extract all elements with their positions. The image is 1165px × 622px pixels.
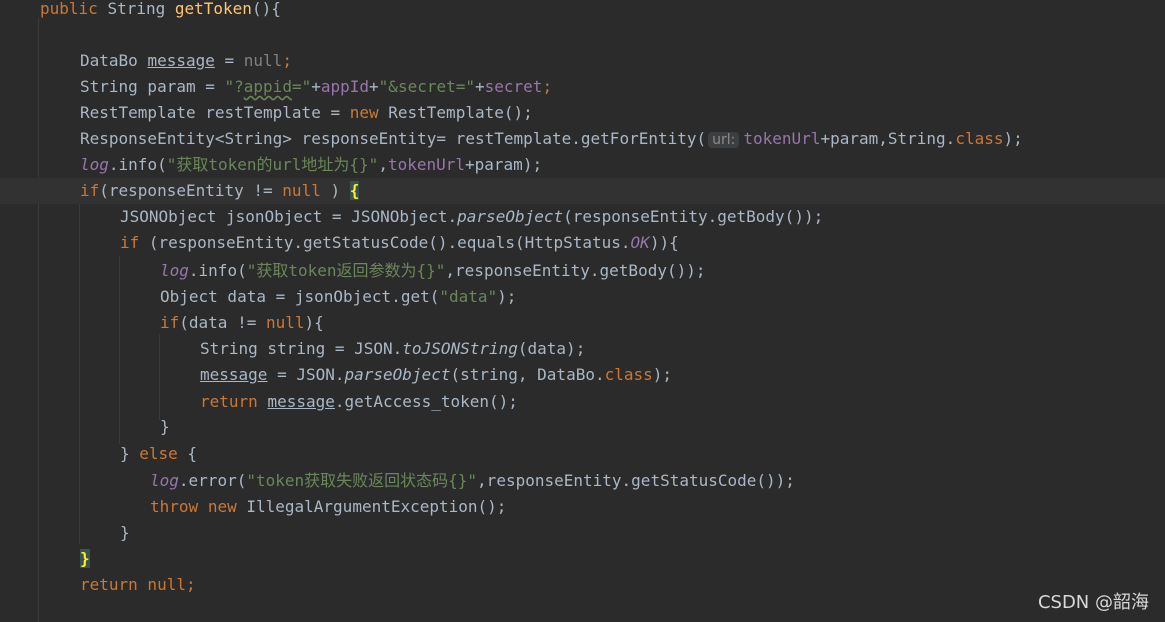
code-line-16[interactable]: return message.getAccess_token(); [200, 389, 1165, 415]
code-line-6[interactable]: ResponseEntity<String> responseEntity= r… [80, 126, 1165, 152]
method-name: getToken [174, 0, 252, 18]
code-line-13[interactable]: if(data != null){ [160, 310, 1165, 336]
code-line-3[interactable]: DataBo message = null; [80, 48, 1165, 74]
code-line-18[interactable]: } else { [120, 441, 1165, 467]
indent-guide [38, 18, 39, 622]
type-name: String [107, 0, 166, 18]
code-line-22[interactable]: } [80, 546, 1165, 572]
variable-message: message [147, 51, 215, 70]
code-line-20[interactable]: throw new IllegalArgumentException(); [150, 494, 1165, 520]
code-line-17[interactable]: } [160, 414, 1165, 440]
code-line-14[interactable]: String string = JSON.toJSONString(data); [200, 336, 1165, 362]
code-line-10[interactable]: if (responseEntity.getStatusCode().equal… [120, 230, 1165, 256]
code-line-8[interactable]: if(responseEntity != null ) { [0, 178, 1165, 204]
indent-guide [119, 256, 120, 444]
keyword-public: public [40, 0, 98, 18]
code-line-1[interactable]: public String getToken(){ [40, 0, 1165, 22]
typo-warning: appid [243, 77, 292, 96]
code-line-12[interactable]: Object data = jsonObject.get("data"); [160, 284, 1165, 310]
code-line-21[interactable]: } [120, 520, 1165, 546]
matched-brace: { [349, 181, 360, 200]
indent-guide [79, 204, 80, 544]
code-line-5[interactable]: RestTemplate restTemplate = new RestTemp… [80, 100, 1165, 126]
indent-guide [159, 334, 160, 420]
matched-brace: } [80, 549, 90, 568]
code-line-9[interactable]: JSONObject jsonObject = JSONObject.parse… [120, 204, 1165, 230]
code-line-11[interactable]: log.info("获取token返回参数为{}",responseEntity… [160, 258, 1165, 284]
code-line-4[interactable]: String param = "?appid="+appId+"&secret=… [80, 74, 1165, 100]
code-line-15[interactable]: message = JSON.parseObject(string, DataB… [200, 362, 1165, 388]
code-line-7[interactable]: log.info("获取token的url地址为{}",tokenUrl+par… [80, 152, 1165, 178]
code-line-19[interactable]: log.error("token获取失败返回状态码{}",responseEnt… [150, 468, 1165, 494]
code-line-23[interactable]: return null; [80, 572, 1165, 598]
parameter-hint: url: [708, 132, 740, 148]
watermark: CSDN @韶海 [1037, 592, 1149, 613]
code-editor[interactable]: public String getToken(){ DataBo message… [0, 0, 1165, 622]
